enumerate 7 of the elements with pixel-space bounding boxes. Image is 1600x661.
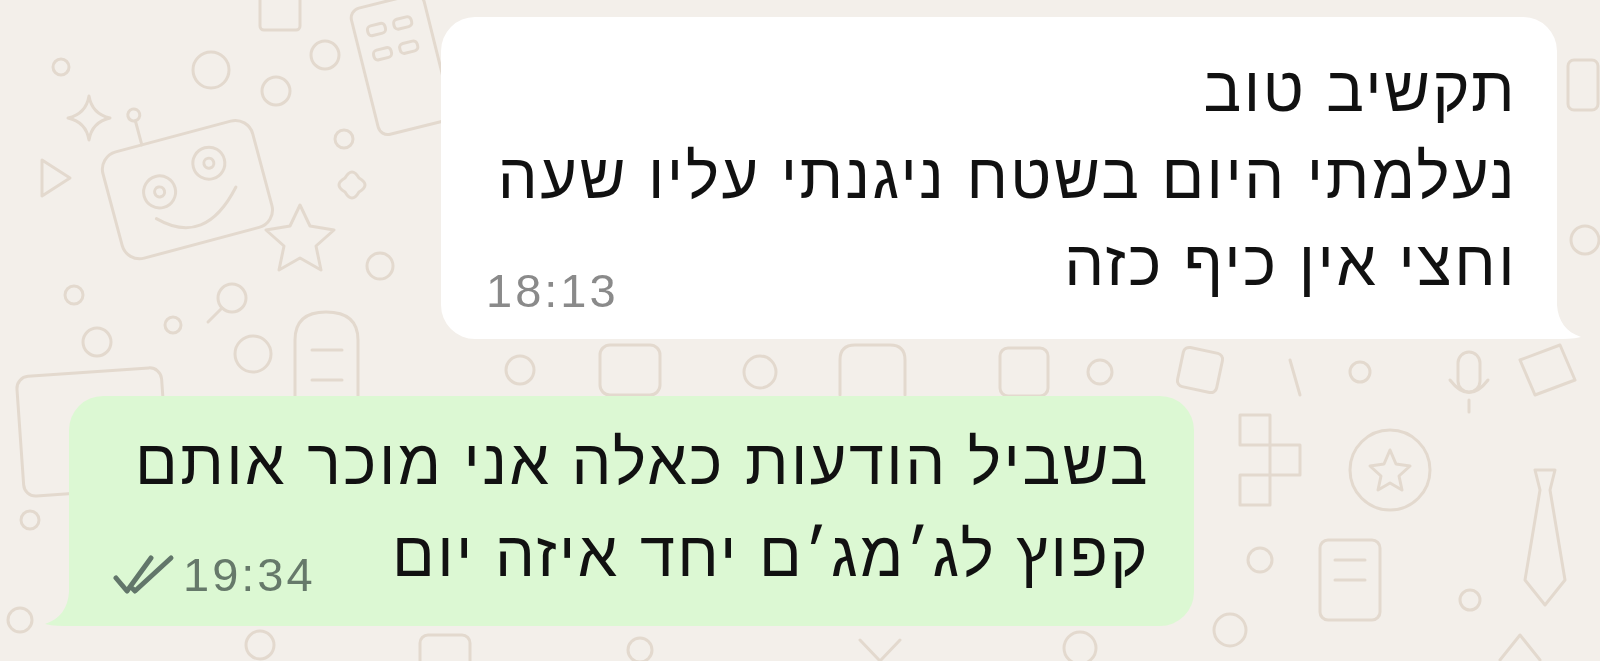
message-text: וחצי אין כיף כזה [1064, 227, 1517, 300]
message-time: 18:13 [486, 269, 619, 313]
message-text: בשביל הודעות כאלה אני מוכר אותם [134, 426, 1150, 499]
message-text: קפוץ לג׳מג׳ם יחד איזה יום [392, 518, 1150, 591]
message-time: 19:34 [183, 553, 316, 597]
message-text: תקשיב טוב [1203, 53, 1517, 126]
message-text: נעלמתי היום בשטח ניגנתי עליו שעה [497, 140, 1517, 213]
